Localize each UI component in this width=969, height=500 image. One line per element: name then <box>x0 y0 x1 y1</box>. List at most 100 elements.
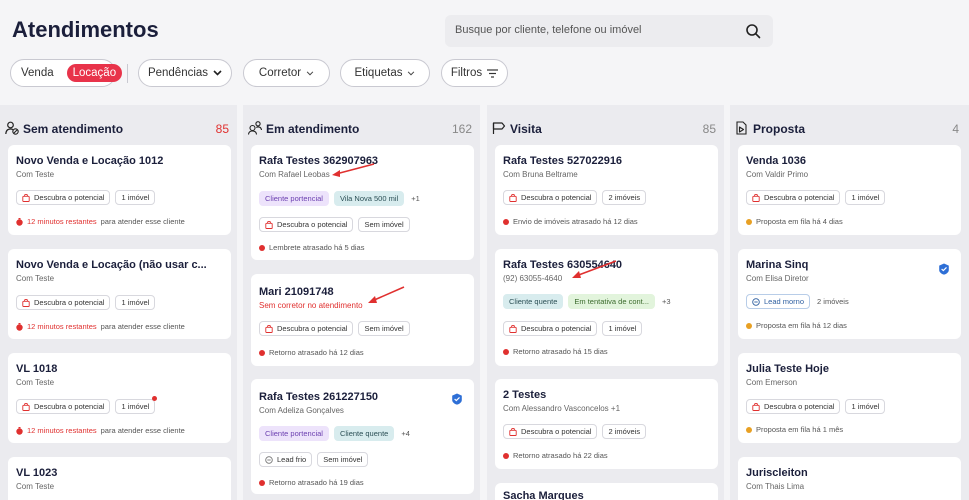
filter-filtros[interactable]: Filtros <box>441 59 508 87</box>
card-subtitle: Sem corretor no atendimento <box>259 301 363 310</box>
alert-dot <box>503 348 509 355</box>
tag-descubra[interactable]: Descubra o potencial <box>746 190 841 205</box>
filter-lines-icon <box>487 68 499 78</box>
lead-card[interactable]: Julia Teste Hoje Com Emerson Descubra o … <box>738 353 961 443</box>
lead-card[interactable]: 2 Testes Com Alessandro Vasconcelos +1 D… <box>495 379 718 469</box>
lead-card[interactable]: Sacha Marques <box>495 483 718 500</box>
flag-icon <box>492 122 506 134</box>
warning-dot <box>746 218 752 225</box>
tag-descubra[interactable]: Descubra o potencial <box>746 399 841 414</box>
lead-card[interactable]: Venda 1036 Com Valdir Primo Descubra o p… <box>738 145 961 235</box>
alert-dot <box>259 244 265 251</box>
annotation-arrow <box>572 260 617 278</box>
card-title: Novo Venda e Locação 1012 <box>16 155 164 167</box>
status-text: Envio de imóveis atrasado há 12 dias <box>513 217 638 226</box>
column-header: Visita 85 <box>487 105 724 145</box>
column-title: Em atendimento <box>266 122 360 136</box>
tag-descubra[interactable]: Descubra o potencial <box>503 190 598 205</box>
status-highlight: 12 minutos restantes <box>27 426 97 435</box>
bag-icon <box>509 324 517 333</box>
lead-card[interactable]: VL 1023 Com Teste <box>8 457 231 500</box>
lead-card[interactable]: Novo Venda e Locação (não usar c... Com … <box>8 249 231 339</box>
page-header: Atendimentos Busque por cliente, telefon… <box>0 0 969 105</box>
label-chip[interactable]: Em tentativa de cont... <box>568 294 655 309</box>
lead-card[interactable]: Marina Sinq Com Elisa Diretor Lead morno… <box>738 249 961 339</box>
tag-descubra[interactable]: Descubra o potencial <box>503 321 598 336</box>
filter-etiquetas[interactable]: Etiquetas <box>340 59 430 87</box>
card-status: Retorno atrasado há 15 dias <box>503 347 608 356</box>
label-chip[interactable]: Cliente portencial <box>259 426 329 441</box>
filter-pendencias[interactable]: Pendências <box>138 59 232 87</box>
card-subtitle: Com Teste <box>16 482 55 491</box>
card-title: Marina Sinq <box>746 259 809 271</box>
card-status: Proposta em fila há 4 dias <box>746 217 843 226</box>
status-text: Proposta em fila há 4 dias <box>756 217 843 226</box>
tag-imovel: 2 imóveis <box>602 190 647 205</box>
verified-badge-icon <box>939 263 949 275</box>
column-title: Visita <box>510 122 542 136</box>
card-status: Envio de imóveis atrasado há 12 dias <box>503 217 638 226</box>
tag-descubra[interactable]: Descubra o potencial <box>16 399 111 414</box>
status-text: Proposta em fila há 12 dias <box>756 321 847 330</box>
tag-lead-morno[interactable]: Lead morno <box>746 294 811 309</box>
tag-descubra[interactable]: Descubra o potencial <box>259 321 354 336</box>
column-title: Sem atendimento <box>23 122 124 136</box>
tag-imovel: Sem imóvel <box>317 452 369 467</box>
search-icon[interactable] <box>745 23 761 39</box>
status-text: para atender esse cliente <box>100 217 185 226</box>
lead-card[interactable]: Rafa Testes 261227150 Com Adeliza Gonçal… <box>251 379 474 494</box>
card-subtitle: Com Teste <box>16 170 55 179</box>
tag-label: Descubra o potencial <box>34 298 105 307</box>
tag-imovel: 1 imóvel <box>602 321 643 336</box>
toggle-locacao[interactable]: Locação <box>66 64 123 82</box>
tag-label: 1 imóvel <box>851 193 880 202</box>
label-chip[interactable]: Cliente portencial <box>259 191 329 206</box>
tag-descubra[interactable]: Descubra o potencial <box>16 295 111 310</box>
column-count: 85 <box>702 122 716 136</box>
search-input[interactable]: Busque por cliente, telefone ou imóvel <box>445 15 773 47</box>
tag-descubra[interactable]: Descubra o potencial <box>259 217 354 232</box>
timer-icon <box>16 426 23 435</box>
lead-card[interactable]: Mari 21091748 Sem corretor no atendiment… <box>251 274 474 366</box>
lead-card[interactable]: VL 1018 Com Teste Descubra o potencial 1… <box>8 353 231 443</box>
label-chip[interactable]: Cliente quente <box>333 426 395 441</box>
tag-imovel: 1 imóvel <box>845 190 886 205</box>
more-labels[interactable]: +4 <box>399 426 412 441</box>
document-arrow-icon <box>736 121 747 135</box>
card-subtitle: Com Bruna Beltrame <box>503 170 578 179</box>
toggle-venda[interactable]: Venda <box>21 67 54 79</box>
label-chip[interactable]: Vila Nova 500 mil <box>333 191 405 206</box>
card-status: 12 minutos restantes para atender esse c… <box>16 217 185 226</box>
tag-lead-frio[interactable]: Lead frio <box>259 452 313 467</box>
search-placeholder: Busque por cliente, telefone ou imóvel <box>455 24 642 36</box>
more-labels[interactable]: +1 <box>409 191 422 206</box>
card-subtitle: (92) 63055-4640 <box>503 274 563 283</box>
tag-imovel: Sem imóvel <box>358 321 410 336</box>
status-text: para atender esse cliente <box>100 426 185 435</box>
label-chip[interactable]: Cliente quente <box>503 294 564 309</box>
column-proposta: Proposta 4 Venda 1036 Com Valdir Primo D… <box>730 105 969 500</box>
tag-imovel: 1 imóvel <box>115 396 158 414</box>
tag-imovel: 2 imóveis <box>815 294 851 309</box>
filter-corretor[interactable]: Corretor <box>243 59 330 87</box>
more-labels[interactable]: +3 <box>660 294 673 309</box>
tag-label: Descubra o potencial <box>764 402 835 411</box>
chevron-down-icon <box>408 70 415 75</box>
lead-card[interactable]: Juriscleiton Com Thais Lima <box>738 457 961 500</box>
column-count: 162 <box>451 122 472 136</box>
lead-temp-icon <box>752 297 760 306</box>
tag-descubra[interactable]: Descubra o potencial <box>16 190 111 205</box>
tag-label: Descubra o potencial <box>521 427 592 436</box>
lead-card[interactable]: Rafa Testes 527022916 Com Bruna Beltrame… <box>495 145 718 235</box>
user-off-icon <box>5 121 19 135</box>
lead-card[interactable]: Novo Venda e Locação 1012 Com Teste Desc… <box>8 145 231 235</box>
tag-label: 1 imóvel <box>851 402 880 411</box>
column-header: Proposta 4 <box>730 105 967 145</box>
bag-icon <box>509 193 517 202</box>
tag-descubra[interactable]: Descubra o potencial <box>503 424 598 439</box>
card-subtitle: Com Thais Lima <box>746 482 805 491</box>
bag-icon <box>22 402 30 411</box>
status-highlight: 12 minutos restantes <box>27 322 97 331</box>
card-title: Rafa Testes 527022916 <box>503 155 623 167</box>
tag-label: Descubra o potencial <box>764 193 835 202</box>
